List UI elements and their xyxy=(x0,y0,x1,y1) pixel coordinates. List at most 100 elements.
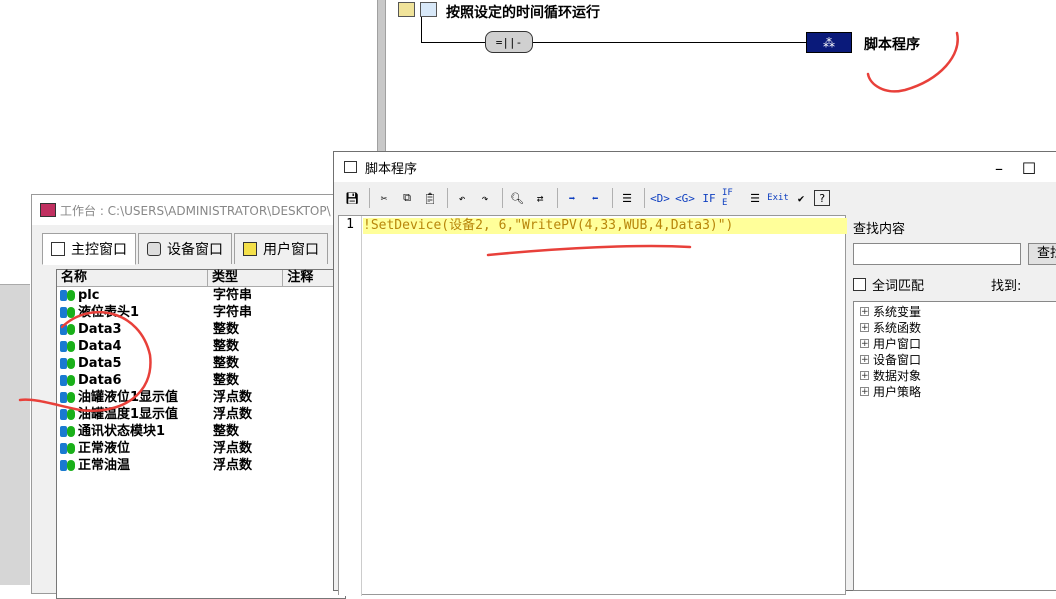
table-row[interactable]: 油罐液位1显示值 浮点数 xyxy=(57,389,345,406)
indent-icon[interactable]: ➡ xyxy=(562,188,582,208)
help-icon[interactable]: ? xyxy=(814,190,830,206)
replace-icon[interactable]: ⇄ xyxy=(530,188,550,208)
tree-item[interactable]: + 设备窗口 xyxy=(854,351,1056,367)
workbench-titlebar[interactable]: 工作台 : C:\USERS\ADMINISTRATOR\DESKTOP\ xyxy=(32,195,342,225)
list-rows: plc 字符串 液位表头1 字符串 Data3 整数 Data4 整数 Data5 整数 Data6… xyxy=(57,287,345,474)
checkbox-box[interactable] xyxy=(853,278,866,291)
table-row[interactable]: 通讯状态模块1 整数 xyxy=(57,423,345,440)
column-header-type[interactable]: 类型 xyxy=(208,270,284,286)
data-object-icon xyxy=(60,425,76,438)
row-name-cell: plc xyxy=(57,287,209,304)
expand-icon[interactable]: + xyxy=(860,338,869,348)
tree-item[interactable]: + 系统变量 xyxy=(854,303,1056,319)
toolbar-separator xyxy=(612,188,613,208)
row-name: Data6 xyxy=(78,373,122,388)
toolbar-separator xyxy=(644,188,645,208)
paste-icon[interactable]: 📋︎ xyxy=(420,188,440,208)
row-name-cell: 油罐液位1显示值 xyxy=(57,389,209,406)
found-label: 找到: xyxy=(991,279,1022,294)
expand-icon[interactable]: + xyxy=(860,370,869,380)
comment-icon[interactable]: ☰ xyxy=(617,188,637,208)
func-d-icon[interactable]: <D> xyxy=(649,188,671,208)
expand-icon[interactable]: + xyxy=(860,306,869,316)
table-row[interactable]: Data5 整数 xyxy=(57,355,345,372)
script-block-icon[interactable]: ⁂ xyxy=(806,32,852,53)
script-editor-window: 脚本程序 – ☐ 💾︎ ✂ ⧉ 📋︎ ↶ ↷ 🔍︎ ⇄ ➡ ⬅ ☰ <D> <G… xyxy=(333,151,1056,596)
row-type: 整数 xyxy=(213,356,240,371)
row-type: 整数 xyxy=(213,339,240,354)
undo-icon[interactable]: ↶ xyxy=(452,188,472,208)
row-type: 浮点数 xyxy=(213,458,253,473)
save-icon[interactable]: 💾︎ xyxy=(342,188,362,208)
tab-main-window[interactable]: 主控窗口 xyxy=(42,233,136,265)
toolbar-separator xyxy=(447,188,448,208)
outdent-icon[interactable]: ⬅ xyxy=(585,188,605,208)
row-name: 液位表头1 xyxy=(78,305,140,320)
row-type: 整数 xyxy=(213,322,240,337)
redo-icon[interactable]: ↷ xyxy=(475,188,495,208)
row-name-cell: 通讯状态模块1 xyxy=(57,423,209,440)
list-header: 名称 类型 注释 xyxy=(57,270,345,287)
copy-icon[interactable]: ⧉ xyxy=(397,188,417,208)
exit-icon[interactable]: Exit xyxy=(767,188,789,208)
row-type: 字符串 xyxy=(213,288,253,303)
row-name-cell: 油罐温度1显示值 xyxy=(57,406,209,423)
row-name: 正常油温 xyxy=(78,458,131,473)
tree-item[interactable]: + 数据对象 xyxy=(854,367,1056,383)
row-name-cell: Data5 xyxy=(57,355,209,372)
table-row[interactable]: Data4 整数 xyxy=(57,338,345,355)
script-titlebar[interactable]: 脚本程序 xyxy=(334,152,1056,182)
tree-item[interactable]: + 系统函数 xyxy=(854,319,1056,335)
func-g-icon[interactable]: <G> xyxy=(674,188,696,208)
table-row[interactable]: 油罐温度1显示值 浮点数 xyxy=(57,406,345,423)
find-input[interactable] xyxy=(853,243,1021,265)
expand-icon[interactable]: + xyxy=(860,354,869,364)
check-icon[interactable]: ✔ xyxy=(791,188,811,208)
find-button[interactable]: 查找 xyxy=(1028,243,1056,265)
table-row[interactable]: 正常油温 浮点数 xyxy=(57,457,345,474)
table-row[interactable]: plc 字符串 xyxy=(57,287,345,304)
whole-word-checkbox[interactable]: 全词匹配 xyxy=(853,275,924,294)
data-object-icon xyxy=(60,408,76,421)
row-name-cell: Data4 xyxy=(57,338,209,355)
tab-user-window[interactable]: 用户窗口 xyxy=(234,233,328,264)
maximize-button[interactable]: ☐ xyxy=(1014,158,1044,178)
table-row[interactable]: Data3 整数 xyxy=(57,321,345,338)
cut-icon[interactable]: ✂ xyxy=(374,188,394,208)
tab-device-window[interactable]: 设备窗口 xyxy=(138,233,232,264)
toolbar-separator xyxy=(557,188,558,208)
tree-item[interactable]: + 用户策略 xyxy=(854,383,1056,399)
folder-icon xyxy=(398,2,415,17)
tab-label: 用户窗口 xyxy=(263,242,319,258)
tree-item[interactable]: + 用户窗口 xyxy=(854,335,1056,351)
window-icon xyxy=(344,161,357,173)
app-icon xyxy=(40,203,56,217)
if-icon[interactable]: IF xyxy=(699,188,719,208)
table-row[interactable]: 液位表头1 字符串 xyxy=(57,304,345,321)
find-label: 查找内容 xyxy=(853,222,906,237)
data-object-icon xyxy=(60,391,76,404)
table-row[interactable]: Data6 整数 xyxy=(57,372,345,389)
code-editor[interactable]: 1 !SetDevice(设备2, 6,"WritePV(4,33,WUB,4,… xyxy=(338,215,847,596)
table-row[interactable]: 正常液位 浮点数 xyxy=(57,440,345,457)
device-window-icon xyxy=(147,242,161,256)
find-icon[interactable]: 🔍︎ xyxy=(507,188,527,208)
workbench-window: 工作台 : C:\USERS\ADMINISTRATOR\DESKTOP\ 主控… xyxy=(31,194,346,599)
code-line[interactable]: !SetDevice(设备2, 6,"WritePV(4,33,WUB,4,Da… xyxy=(363,218,847,234)
row-name: Data3 xyxy=(78,322,122,337)
data-object-icon xyxy=(60,374,76,387)
data-object-icon xyxy=(60,289,76,302)
row-name-cell: Data6 xyxy=(57,372,209,389)
condition-block[interactable]: =||- xyxy=(485,31,533,53)
while-icon[interactable]: ☰ xyxy=(745,188,765,208)
column-header-name[interactable]: 名称 xyxy=(57,270,208,286)
row-name: Data4 xyxy=(78,339,122,354)
expand-icon[interactable]: + xyxy=(860,322,869,332)
tree-item-label: 系统变量 xyxy=(873,304,922,319)
expand-icon[interactable]: + xyxy=(860,386,869,396)
if-else-icon[interactable]: IF E xyxy=(722,188,742,208)
row-type: 浮点数 xyxy=(213,390,253,405)
minimize-button[interactable]: – xyxy=(984,158,1014,178)
pane-splitter[interactable] xyxy=(377,0,386,152)
line-gutter: 1 xyxy=(339,216,362,596)
